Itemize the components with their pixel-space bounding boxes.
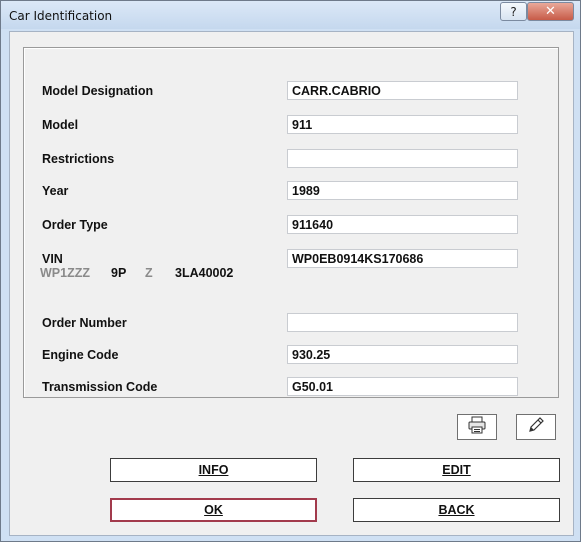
engine-code-field[interactable]: 930.25 xyxy=(287,345,518,364)
window-title: Car Identification xyxy=(9,9,113,23)
ok-button[interactable]: OK xyxy=(110,498,317,522)
pencil-icon xyxy=(527,416,545,439)
model-field[interactable]: 911 xyxy=(287,115,518,134)
year-field[interactable]: 1989 xyxy=(287,181,518,200)
vin-model-code: 9P xyxy=(111,266,127,280)
transmission-code-field[interactable]: G50.01 xyxy=(287,377,518,396)
edit-button[interactable]: EDIT xyxy=(353,458,560,482)
transmission-code-label: Transmission Code xyxy=(42,380,158,394)
vin-serial: 3LA40002 xyxy=(175,266,234,280)
restrictions-field[interactable] xyxy=(287,149,518,168)
model-label: Model xyxy=(42,118,79,132)
year-label: Year xyxy=(42,184,69,198)
order-number-label: Order Number xyxy=(42,316,127,330)
info-button[interactable]: INFO xyxy=(110,458,317,482)
model-designation-field[interactable]: CARR.CABRIO xyxy=(287,81,518,100)
dialog-body: Model Designation CARR.CABRIO Model 911 … xyxy=(9,31,574,536)
vin-label: VIN xyxy=(42,252,63,266)
restrictions-label: Restrictions xyxy=(42,152,115,166)
order-type-field[interactable]: 911640 xyxy=(287,215,518,234)
order-number-field[interactable] xyxy=(287,313,518,332)
vin-filler: Z xyxy=(145,266,153,280)
engine-code-label: Engine Code xyxy=(42,348,119,362)
car-identification-dialog: Car Identification ? ✕ Model Designation… xyxy=(0,0,581,542)
help-button[interactable]: ? xyxy=(500,2,527,21)
printer-icon xyxy=(467,416,487,439)
back-button[interactable]: BACK xyxy=(353,498,560,522)
vin-wmi: WP1ZZZ xyxy=(40,266,90,280)
vin-field[interactable]: WP0EB0914KS170686 xyxy=(287,249,518,268)
vehicle-info-group: Model Designation CARR.CABRIO Model 911 … xyxy=(23,47,559,398)
close-button[interactable]: ✕ xyxy=(527,2,574,21)
edit-icon-button[interactable] xyxy=(516,414,556,440)
model-designation-label: Model Designation xyxy=(42,84,154,98)
order-type-label: Order Type xyxy=(42,218,108,232)
print-button[interactable] xyxy=(457,414,497,440)
title-bar: Car Identification ? ✕ xyxy=(1,1,580,29)
